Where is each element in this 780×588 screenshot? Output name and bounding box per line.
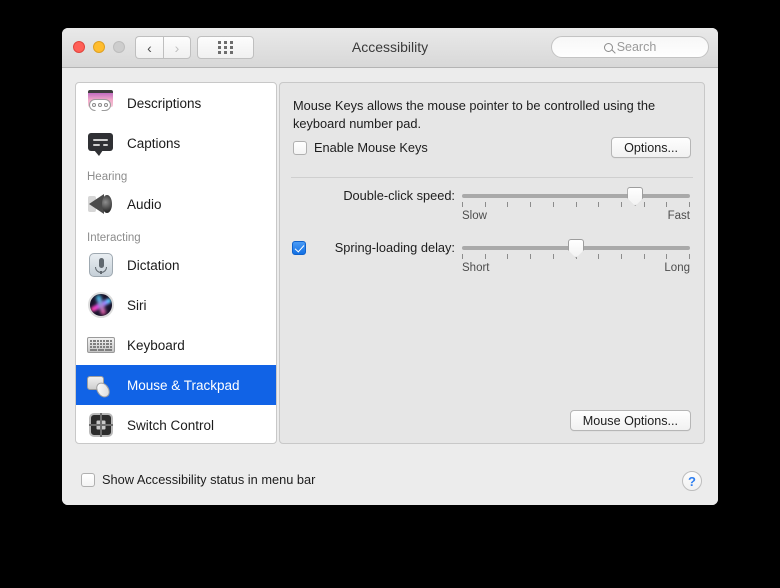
show-accessibility-status-checkbox[interactable] (81, 472, 95, 487)
sidebar-header-hearing: Hearing (87, 171, 128, 183)
slider-max-label: Long (664, 262, 690, 274)
dictation-mic-icon (86, 250, 116, 280)
sidebar-item-dictation[interactable]: Dictation (76, 245, 276, 285)
sidebar-item-label: Descriptions (127, 95, 202, 111)
slider-end-labels: Short Long (462, 262, 690, 274)
search-placeholder: Search (616, 40, 657, 54)
mouse-trackpad-icon (86, 370, 116, 400)
spring-loading-delay-label: Spring-loading delay: (334, 240, 455, 255)
slider-min-label: Short (462, 262, 490, 274)
accessibility-sidebar[interactable]: Descriptions Captions Hearing Audio Inte… (75, 82, 277, 444)
search-input[interactable]: Search (551, 36, 709, 58)
sidebar-item-captions[interactable]: Captions (76, 123, 276, 163)
help-button[interactable]: ? (682, 471, 702, 491)
sidebar-item-descriptions[interactable]: Descriptions (76, 83, 276, 123)
sidebar-item-label: Mouse & Trackpad (127, 377, 240, 393)
siri-icon (86, 290, 116, 320)
show-accessibility-status-label: Show Accessibility status in menu bar (102, 472, 316, 487)
options-button[interactable]: Options... (611, 137, 691, 158)
section-divider (291, 177, 693, 178)
slider-min-label: Slow (462, 210, 487, 222)
audio-speaker-icon (86, 189, 116, 219)
sidebar-header-interacting: Interacting (87, 232, 141, 244)
double-click-speed-label: Double-click speed: (343, 188, 455, 203)
sidebar-item-mouse-trackpad[interactable]: Mouse & Trackpad (76, 365, 276, 405)
sidebar-item-siri[interactable]: Siri (76, 285, 276, 325)
descriptions-icon (86, 88, 116, 118)
sidebar-item-label: Siri (127, 297, 147, 313)
spring-loading-delay-row: Spring-loading delay: Short Long (280, 239, 704, 286)
enable-mouse-keys-row[interactable]: Enable Mouse Keys (293, 140, 428, 155)
sidebar-item-label: Dictation (127, 257, 180, 273)
window-body: Descriptions Captions Hearing Audio Inte… (62, 68, 718, 505)
sidebar-item-label: Captions (127, 135, 181, 151)
window-titlebar: ‹ › Accessibility Search (62, 28, 718, 68)
mouse-options-button[interactable]: Mouse Options... (569, 410, 691, 431)
sidebar-item-label: Audio (127, 196, 162, 212)
double-click-speed-row: Double-click speed: Slow Fast (280, 187, 704, 234)
mouse-trackpad-pane: Mouse Keys allows the mouse pointer to b… (279, 82, 705, 444)
keyboard-icon (86, 330, 116, 360)
sidebar-item-label: Keyboard (127, 337, 185, 353)
question-mark-icon: ? (688, 473, 696, 489)
sidebar-item-label: Switch Control (127, 417, 215, 433)
search-icon (603, 42, 613, 52)
enable-mouse-keys-label: Enable Mouse Keys (314, 140, 428, 155)
sidebar-item-audio[interactable]: Audio (76, 184, 276, 224)
enable-mouse-keys-checkbox[interactable] (293, 140, 307, 155)
slider-track[interactable] (462, 194, 690, 198)
preferences-window: ‹ › Accessibility Search Descriptions Ca… (62, 28, 718, 505)
slider-end-labels: Slow Fast (462, 210, 690, 222)
captions-icon (86, 128, 116, 158)
mouse-keys-description: Mouse Keys allows the mouse pointer to b… (293, 98, 656, 131)
sidebar-item-switch-control[interactable]: Switch Control (76, 405, 276, 443)
sidebar-item-keyboard[interactable]: Keyboard (76, 325, 276, 365)
show-accessibility-status-row[interactable]: Show Accessibility status in menu bar (81, 472, 315, 487)
slider-max-label: Fast (667, 210, 690, 222)
slider-ticks (462, 202, 690, 208)
switch-control-icon (86, 410, 116, 440)
